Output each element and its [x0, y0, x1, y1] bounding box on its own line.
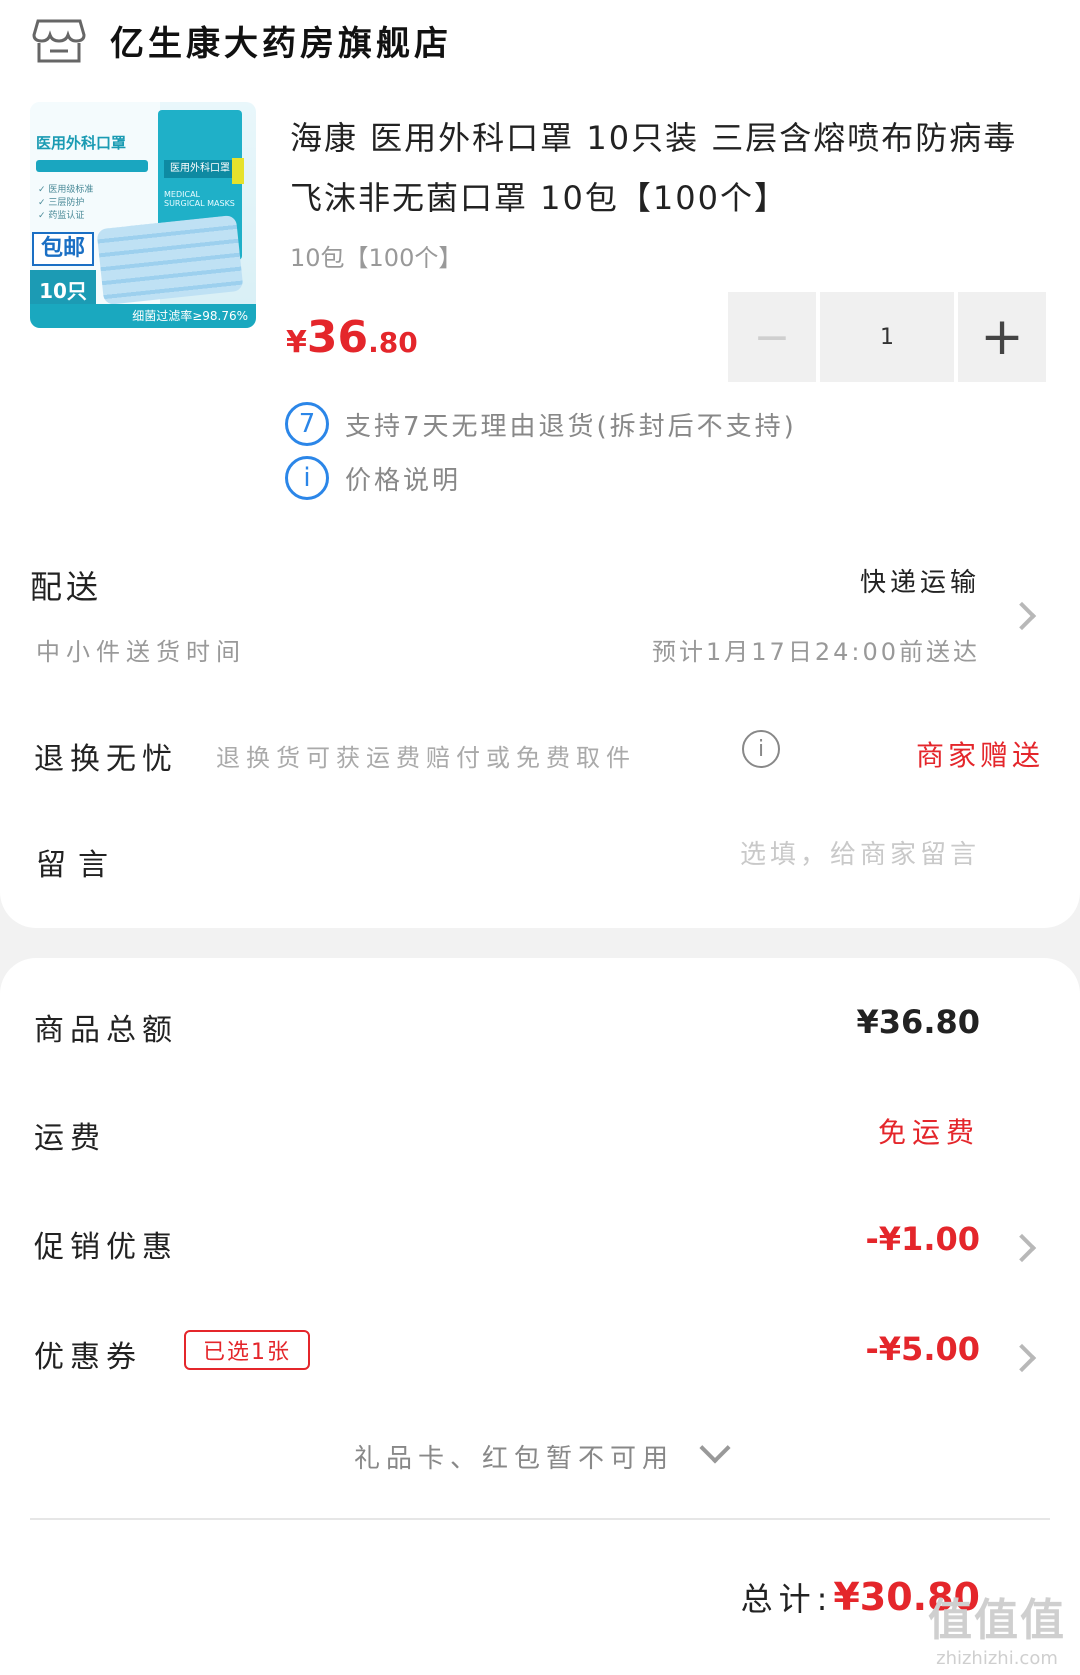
shipping-value: 免运费 [877, 1116, 980, 1149]
quantity-value[interactable]: 1 [820, 292, 954, 382]
return-description: 退换货可获运费赔付或免费取件 [216, 744, 636, 772]
goods-total-value: ¥36.80 [856, 1003, 980, 1041]
delivery-method[interactable]: 快递运输 [860, 562, 980, 599]
package-feature: ✓ 药监认证 [38, 211, 85, 221]
note-input[interactable] [650, 840, 980, 870]
quantity-decrease-button[interactable]: − [728, 292, 816, 382]
chevron-right-icon[interactable] [1007, 601, 1037, 631]
divider [30, 1518, 1050, 1520]
package-box-label: 医用外科口罩 [164, 160, 236, 178]
store-name: 亿生康大药房旗舰店 [110, 23, 452, 64]
goods-total-row: 商品总额 ¥36.80 [0, 995, 1080, 1055]
delivery-time-label: 中小件送货时间 [36, 638, 246, 666]
package-feature: ✓ 三层防护 [38, 198, 85, 208]
mask-illustration [96, 214, 244, 306]
package-box-sub: MEDICAL SURGICAL MASKS [164, 190, 235, 208]
service-text: 价格说明 [345, 465, 462, 496]
store-icon [32, 19, 86, 63]
service-return-policy[interactable]: 7 支持7天无理由退货(拆封后不支持) [285, 402, 797, 446]
package-accent [232, 158, 244, 184]
delivery-label: 配送 [30, 568, 103, 606]
product-title[interactable]: 海康 医用外科口罩 10只装 三层含熔喷布防病毒飞沫非无菌口罩 10包【100个… [290, 108, 1030, 228]
package-bar [36, 160, 148, 172]
package-footer: 细菌过滤率≥98.76% [30, 304, 256, 328]
product-price: ¥36.80 [286, 312, 418, 363]
watermark-logo: 值值值 [928, 1595, 1066, 1646]
total-label: 总计: [740, 1580, 834, 1618]
coupon-value: -¥5.00 [865, 1330, 981, 1368]
service-price-info[interactable]: i 价格说明 [285, 456, 461, 500]
promo-label: 促销优惠 [34, 1230, 178, 1265]
promo-value: -¥1.00 [865, 1220, 981, 1258]
package-title: 医用外科口罩 [36, 134, 127, 152]
quantity-stepper: − 1 + [728, 292, 1050, 382]
order-info-card: 亿生康大药房旗舰店 医用外科口罩 ✓ 医用级标准 ✓ 三层防护 ✓ 药监认证 包… [0, 0, 1080, 928]
package-feature-list: ✓ 医用级标准 ✓ 三层防护 ✓ 药监认证 [38, 184, 93, 223]
price-integer: 36 [306, 312, 369, 363]
watermark-url: zhizhizhi.com [936, 1648, 1058, 1669]
coupon-selected-badge[interactable]: 已选1张 [184, 1330, 310, 1370]
coupon-label: 优惠券 [34, 1340, 142, 1375]
chevron-down-icon[interactable] [699, 1432, 731, 1464]
gift-card-text: 礼品卡、红包暂不可用 [353, 1444, 674, 1474]
shipping-row: 运费 免运费 [0, 1103, 1080, 1163]
free-shipping-badge: 包邮 [32, 232, 94, 266]
coupon-row[interactable]: 优惠券 -¥5.00 [0, 1322, 1080, 1382]
service-text: 支持7天无理由退货(拆封后不支持) [345, 411, 797, 442]
package-feature: ✓ 医用级标准 [38, 185, 94, 195]
promo-row[interactable]: 促销优惠 -¥1.00 [0, 1212, 1080, 1272]
product-image[interactable]: 医用外科口罩 ✓ 医用级标准 ✓ 三层防护 ✓ 药监认证 包邮 10只装 医用外… [30, 102, 256, 328]
delivery-eta[interactable]: 预计1月17日24:00前送达 [652, 632, 980, 667]
watermark: 值值值 zhizhizhi.com [928, 1584, 1066, 1669]
return-status: 商家赠送 [915, 739, 1044, 772]
store-header[interactable]: 亿生康大药房旗舰店 [30, 8, 452, 72]
quantity-increase-button[interactable]: + [958, 292, 1046, 382]
price-currency: ¥ [286, 325, 307, 360]
shipping-label: 运费 [34, 1121, 106, 1156]
gift-card-row[interactable]: 礼品卡、红包暂不可用 [0, 1432, 1080, 1475]
price-decimal: .80 [368, 326, 418, 359]
info-icon[interactable]: i [742, 730, 780, 768]
product-spec[interactable]: 10包【100个】 [290, 238, 462, 273]
note-label: 留言 [36, 848, 120, 883]
seven-day-icon: 7 [285, 402, 329, 446]
price-summary-card [0, 958, 1080, 1675]
goods-total-label: 商品总额 [34, 1013, 178, 1048]
info-icon: i [285, 456, 329, 500]
return-label: 退换无忧 [34, 742, 178, 777]
